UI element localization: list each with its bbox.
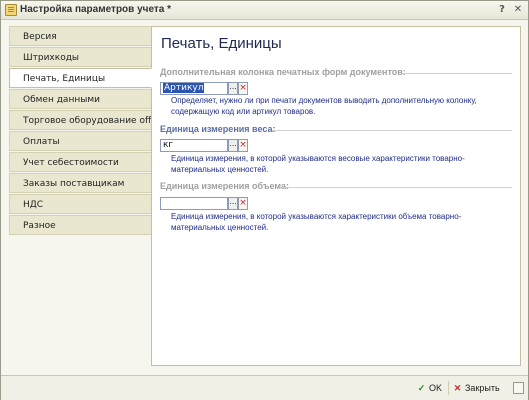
ok-button[interactable]: ✓ OK: [416, 380, 446, 396]
extra-column-value: Артикул: [163, 83, 205, 93]
close-x-icon: ✕: [453, 383, 462, 393]
extra-column-select-button[interactable]: ...: [228, 82, 238, 95]
settings-panel: Печать, Единицы Дополнительная колонка п…: [151, 26, 521, 366]
weight-unit-label: Единица измерения веса:: [160, 124, 276, 134]
extra-column-field[interactable]: Артикул: [160, 82, 228, 95]
weight-unit-description: Единица измерения, в которой указываются…: [171, 154, 465, 174]
ok-button-label: OK: [429, 383, 443, 393]
sidebar-item-vat[interactable]: НДС: [9, 194, 152, 214]
sidebar-item-version[interactable]: Версия: [9, 26, 152, 46]
settings-window: Настройка параметров учета * ? ✕ Версия …: [0, 0, 529, 400]
help-button[interactable]: ?: [495, 3, 509, 16]
window-title: Настройка параметров учета *: [20, 4, 172, 15]
window-menu-icon[interactable]: [513, 382, 524, 394]
volume-unit-description: Единица измерения, в которой указываются…: [171, 212, 462, 232]
sidebar-item-supplier-orders[interactable]: Заказы поставщикам: [9, 173, 152, 193]
sidebar-item-print-units[interactable]: Печать, Единицы: [9, 68, 152, 88]
sidebar-item-barcodes[interactable]: Штрихкоды: [9, 47, 152, 67]
group-divider: [272, 130, 512, 131]
form-icon: [5, 4, 17, 16]
close-window-button[interactable]: ✕: [511, 3, 525, 16]
volume-unit-field[interactable]: [160, 197, 228, 210]
sidebar-nav: Версия Штрихкоды Печать, Единицы Обмен д…: [9, 26, 152, 236]
sidebar-item-cost-accounting[interactable]: Учет себестоимости: [9, 152, 152, 172]
weight-unit-field[interactable]: кг: [160, 139, 228, 152]
button-separator: [448, 381, 449, 395]
volume-unit-label: Единица измерения объема:: [160, 181, 289, 191]
volume-unit-clear-button[interactable]: ×: [238, 197, 248, 210]
extra-column-clear-button[interactable]: ×: [238, 82, 248, 95]
group-divider: [402, 73, 512, 74]
volume-unit-select-button[interactable]: ...: [228, 197, 238, 210]
extra-column-description: Определяет, нужно ли при печати документ…: [171, 96, 477, 116]
page-title: Печать, Единицы: [161, 35, 282, 52]
title-bar: Настройка параметров учета * ? ✕: [1, 1, 528, 20]
button-bar: ✓ OK ✕ Закрыть: [1, 375, 528, 400]
sidebar-item-misc[interactable]: Разное: [9, 215, 152, 235]
sidebar-item-payments[interactable]: Оплаты: [9, 131, 152, 151]
close-button-label: Закрыть: [465, 383, 500, 393]
extra-column-label: Дополнительная колонка печатных форм док…: [160, 67, 406, 77]
sidebar-item-offline-equipment[interactable]: Торговое оборудование offline: [9, 110, 152, 130]
sidebar-item-data-exchange[interactable]: Обмен данными: [9, 89, 152, 109]
close-button[interactable]: ✕ Закрыть: [452, 380, 502, 396]
weight-unit-select-button[interactable]: ...: [228, 139, 238, 152]
checkmark-icon: ✓: [417, 383, 426, 393]
group-divider: [282, 187, 512, 188]
weight-unit-clear-button[interactable]: ×: [238, 139, 248, 152]
